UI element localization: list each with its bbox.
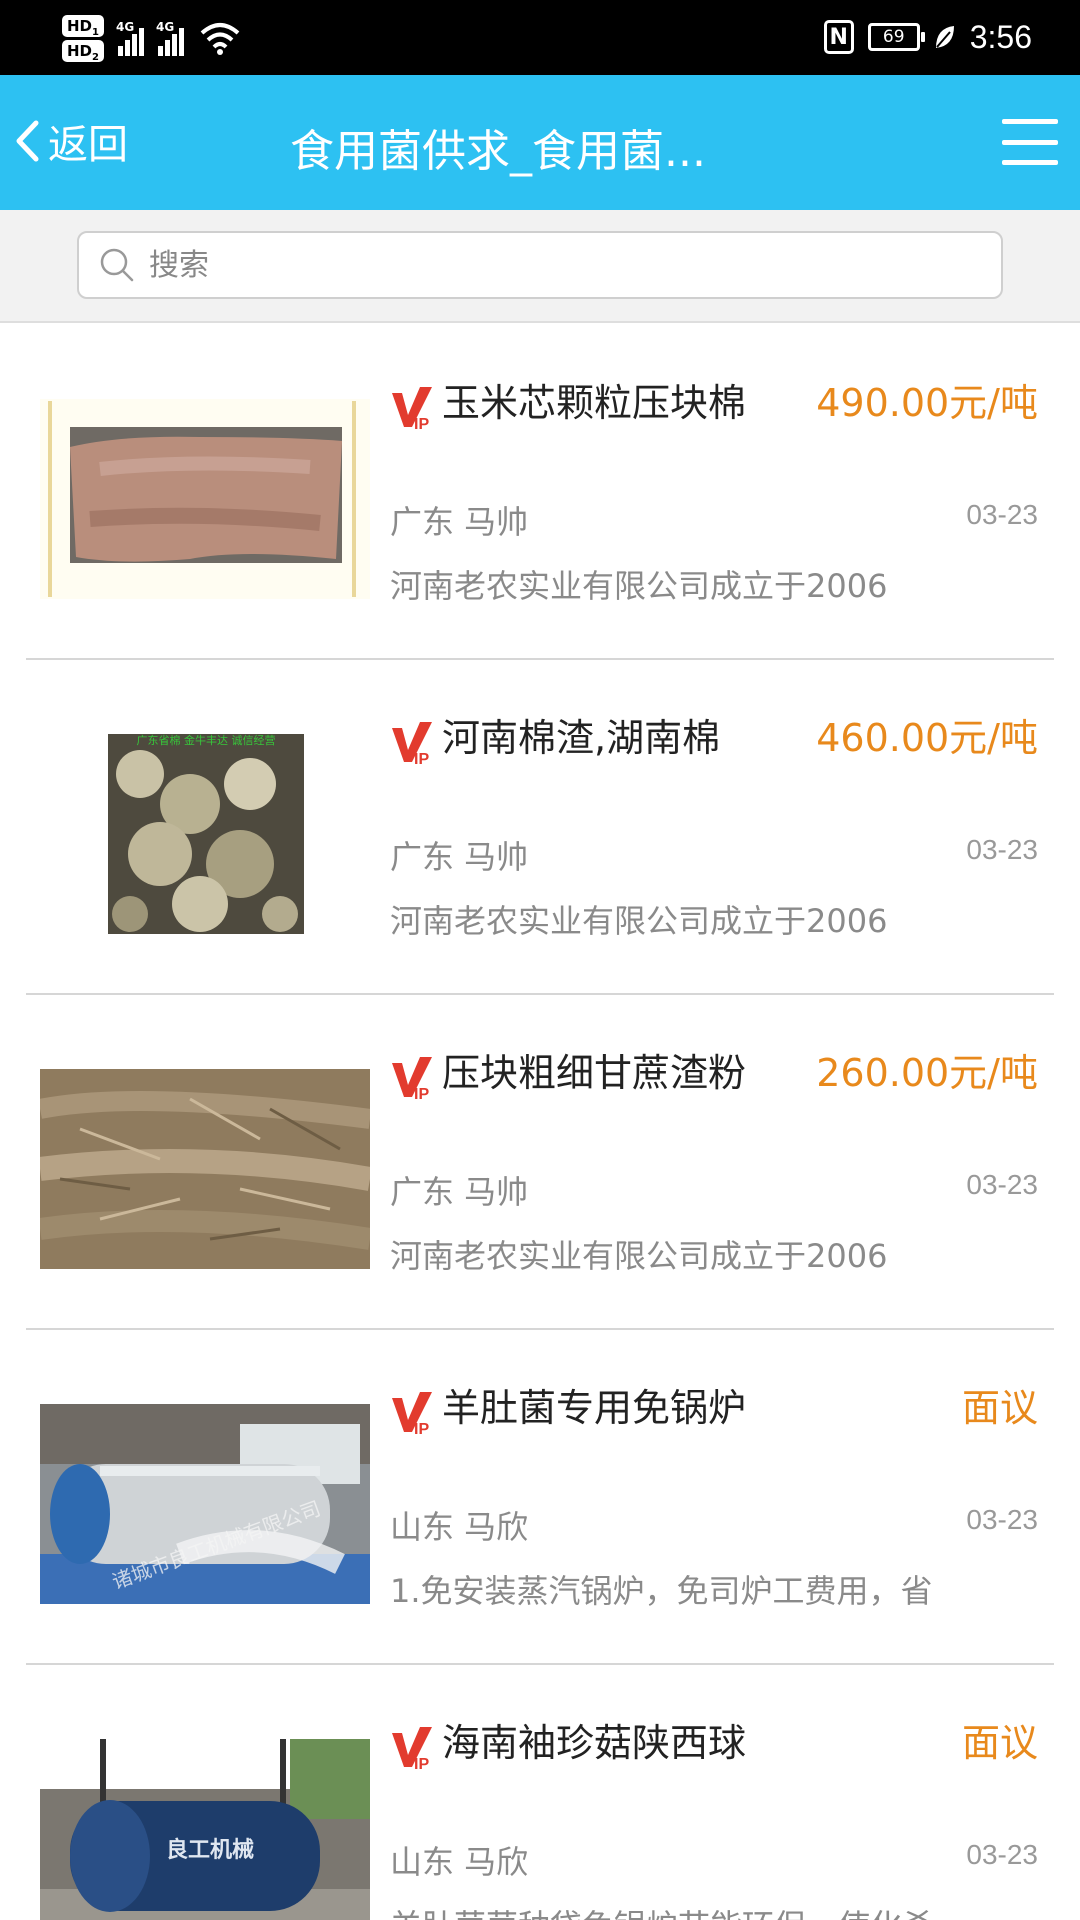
item-title: 河南棉渣,湖南棉 (442, 716, 721, 760)
menu-icon[interactable] (1002, 119, 1058, 165)
list-item[interactable]: 良工机械 IP 海南袖珍菇陕西球 面议 山东 马欣 03-23 羊肚菌菌种袋免锅… (0, 1663, 1080, 1920)
item-title-row: IP 海南袖珍菇陕西球 面议 (390, 1715, 1040, 1775)
signal-1-icon: 4G (115, 20, 144, 56)
chevron-left-icon (16, 120, 39, 162)
battery-icon: 69 (867, 23, 925, 51)
page-title: 食用菌供求_食用菌... (290, 126, 706, 177)
image-banner-text: 广东省棉 金牛丰达 诚信经营 (137, 734, 276, 747)
status-left: HD1 HD2 4G 4G (62, 8, 240, 68)
svg-text:IP: IP (414, 751, 429, 766)
status-bar: HD1 HD2 4G 4G N 69 3:56 (0, 0, 1080, 75)
hd1-badge: HD1 (62, 14, 104, 38)
list-item[interactable]: 广东省棉 金牛丰达 诚信经营 IP 河南棉渣,湖南棉 460.00元/吨 广东 … (0, 658, 1080, 995)
item-description: 河南老农实业有限公司成立于2006 (390, 902, 888, 940)
list-item[interactable]: IP 压块粗细甘蔗渣粉 260.00元/吨 广东 马帅 03-23 河南老农实业… (0, 993, 1080, 1330)
search-box[interactable] (77, 231, 1003, 299)
svg-text:IP: IP (414, 1756, 429, 1771)
signal-2-icon: 4G (155, 20, 184, 56)
menu-line (1002, 160, 1058, 165)
network-type-2: 4G (155, 20, 175, 34)
vip-icon: IP (392, 1057, 432, 1101)
item-title-row: IP 玉米芯颗粒压块棉 490.00元/吨 (390, 375, 1040, 435)
item-title-row: IP 河南棉渣,湖南棉 460.00元/吨 (390, 710, 1040, 770)
item-title: 压块粗细甘蔗渣粉 (442, 1051, 747, 1095)
product-image: 良工机械 (40, 1739, 370, 1920)
vip-icon: IP (392, 387, 432, 431)
item-meta: 广东 马帅 03-23 (390, 1167, 1040, 1211)
back-label: 返回 (48, 122, 128, 168)
item-meta: 山东 马欣 03-23 (390, 1502, 1040, 1546)
network-type-1: 4G (115, 20, 135, 34)
search-input[interactable] (149, 247, 969, 283)
item-title: 玉米芯颗粒压块棉 (442, 381, 747, 425)
vip-icon: IP (392, 1392, 432, 1436)
menu-line (1002, 139, 1058, 145)
item-meta: 山东 马欣 03-23 (390, 1837, 1040, 1881)
item-location: 广东 马帅 (390, 838, 529, 876)
back-button[interactable]: 返回 (14, 111, 128, 171)
item-description: 羊肚菌菌种袋免锅炉节能环保，使化杀 (390, 1901, 1010, 1920)
menu-line (1002, 119, 1058, 124)
wifi-icon (200, 23, 240, 55)
item-price: 260.00元/吨 (816, 1051, 1038, 1095)
item-title-row: IP 羊肚菌专用免锅炉 面议 (390, 1380, 1040, 1440)
item-location: 广东 马帅 (390, 1173, 529, 1211)
item-title: 海南袖珍菇陕西球 (442, 1721, 747, 1765)
nfc-icon: N (823, 20, 854, 54)
item-title-row: IP 压块粗细甘蔗渣粉 260.00元/吨 (390, 1045, 1040, 1105)
vip-icon: IP (392, 1727, 432, 1771)
list-item[interactable]: 诸城市良工机械有限公司 IP 羊肚菌专用免锅炉 面议 山东 马欣 03-23 1… (0, 1328, 1080, 1665)
item-description: 河南老农实业有限公司成立于2006 (390, 567, 888, 605)
item-price: 面议 (961, 1721, 1038, 1765)
vip-icon: IP (392, 722, 432, 766)
search-bar (0, 210, 1080, 323)
item-meta: 广东 马帅 03-23 (390, 832, 1040, 876)
clock: 3:56 (969, 18, 1032, 55)
svg-text:IP: IP (414, 1421, 429, 1436)
item-price: 460.00元/吨 (816, 716, 1038, 760)
hd-indicators: HD1 HD2 (62, 14, 104, 63)
svg-text:IP: IP (414, 1086, 429, 1101)
product-image: 广东省棉 金牛丰达 诚信经营 (40, 734, 370, 934)
product-image (40, 1069, 370, 1269)
item-title: 羊肚菌专用免锅炉 (442, 1386, 747, 1430)
hd2-badge: HD2 (62, 39, 104, 63)
status-right: N 69 3:56 (823, 14, 1032, 60)
svg-text:IP: IP (414, 416, 429, 431)
image-logo-text: 良工机械 (166, 1837, 254, 1863)
item-date: 03-23 (966, 1839, 1038, 1870)
item-date: 03-23 (966, 1169, 1038, 1200)
item-description: 1.免安装蒸汽锅炉，免司炉工费用，省 (390, 1572, 933, 1610)
item-date: 03-23 (966, 834, 1038, 865)
item-price: 面议 (961, 1386, 1038, 1430)
item-location: 山东 马欣 (390, 1508, 529, 1546)
item-location: 广东 马帅 (390, 503, 529, 541)
nav-bar: 返回 食用菌供求_食用菌... (0, 75, 1080, 210)
list-item[interactable]: IP 玉米芯颗粒压块棉 490.00元/吨 广东 马帅 03-23 河南老农实业… (0, 325, 1080, 660)
product-image (40, 399, 370, 599)
item-date: 03-23 (966, 1504, 1038, 1535)
item-meta: 广东 马帅 03-23 (390, 497, 1040, 541)
product-image: 诸城市良工机械有限公司 (40, 1404, 370, 1604)
product-list: IP 玉米芯颗粒压块棉 490.00元/吨 广东 马帅 03-23 河南老农实业… (0, 325, 1080, 1920)
item-date: 03-23 (966, 499, 1038, 530)
item-location: 山东 马欣 (390, 1843, 529, 1881)
search-icon (100, 248, 134, 282)
item-price: 490.00元/吨 (816, 381, 1038, 425)
item-description: 河南老农实业有限公司成立于2006 (390, 1237, 888, 1275)
leaf-icon (935, 26, 954, 48)
